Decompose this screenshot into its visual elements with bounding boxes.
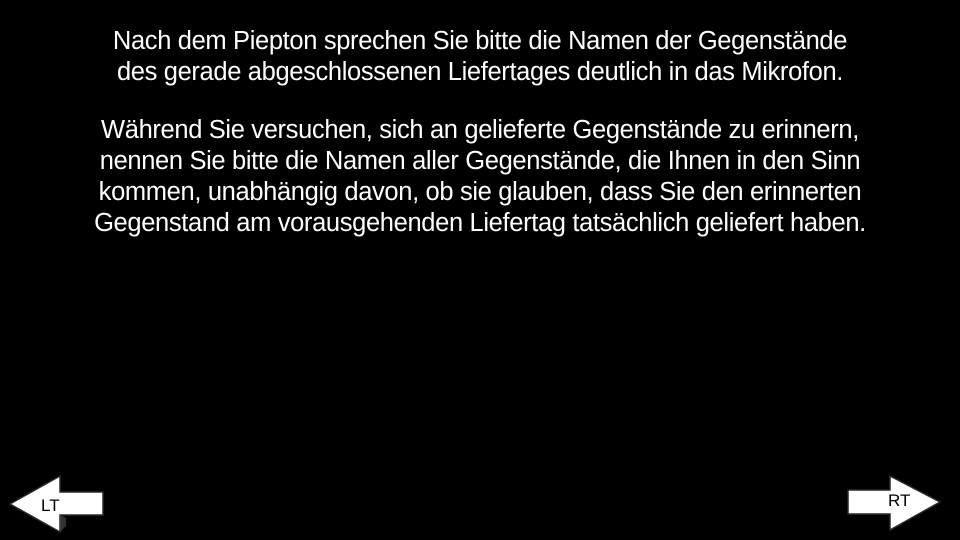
instruction-line: Während Sie versuchen, sich an geliefert…	[101, 116, 859, 144]
instruction-line: Nach dem Piepton sprechen Sie bitte die …	[112, 27, 848, 55]
instruction-paragraph-1: Nach dem Piepton sprechen Sie bitte die …	[0, 26, 960, 88]
instruction-line: des gerade abgeschlossenen Liefertages d…	[116, 58, 844, 86]
instruction-line: Gegenstand am vorausgehenden Liefertag t…	[94, 209, 866, 237]
instruction-paragraph-2: Während Sie versuchen, sich an geliefert…	[0, 115, 960, 239]
instruction-line: kommen, unabhängig davon, ob sie glauben…	[98, 178, 862, 206]
arrow-right-icon	[847, 474, 942, 532]
instructions: Nach dem Piepton sprechen Sie bitte die …	[0, 26, 960, 239]
right-trigger-button[interactable]: RT	[846, 474, 942, 532]
arrow-left-icon	[8, 474, 104, 534]
instruction-line: nennen Sie bitte die Namen aller Gegenst…	[99, 147, 861, 175]
left-trigger-button[interactable]: LT	[8, 474, 108, 534]
instruction-screen: Nach dem Piepton sprechen Sie bitte die …	[0, 0, 960, 540]
